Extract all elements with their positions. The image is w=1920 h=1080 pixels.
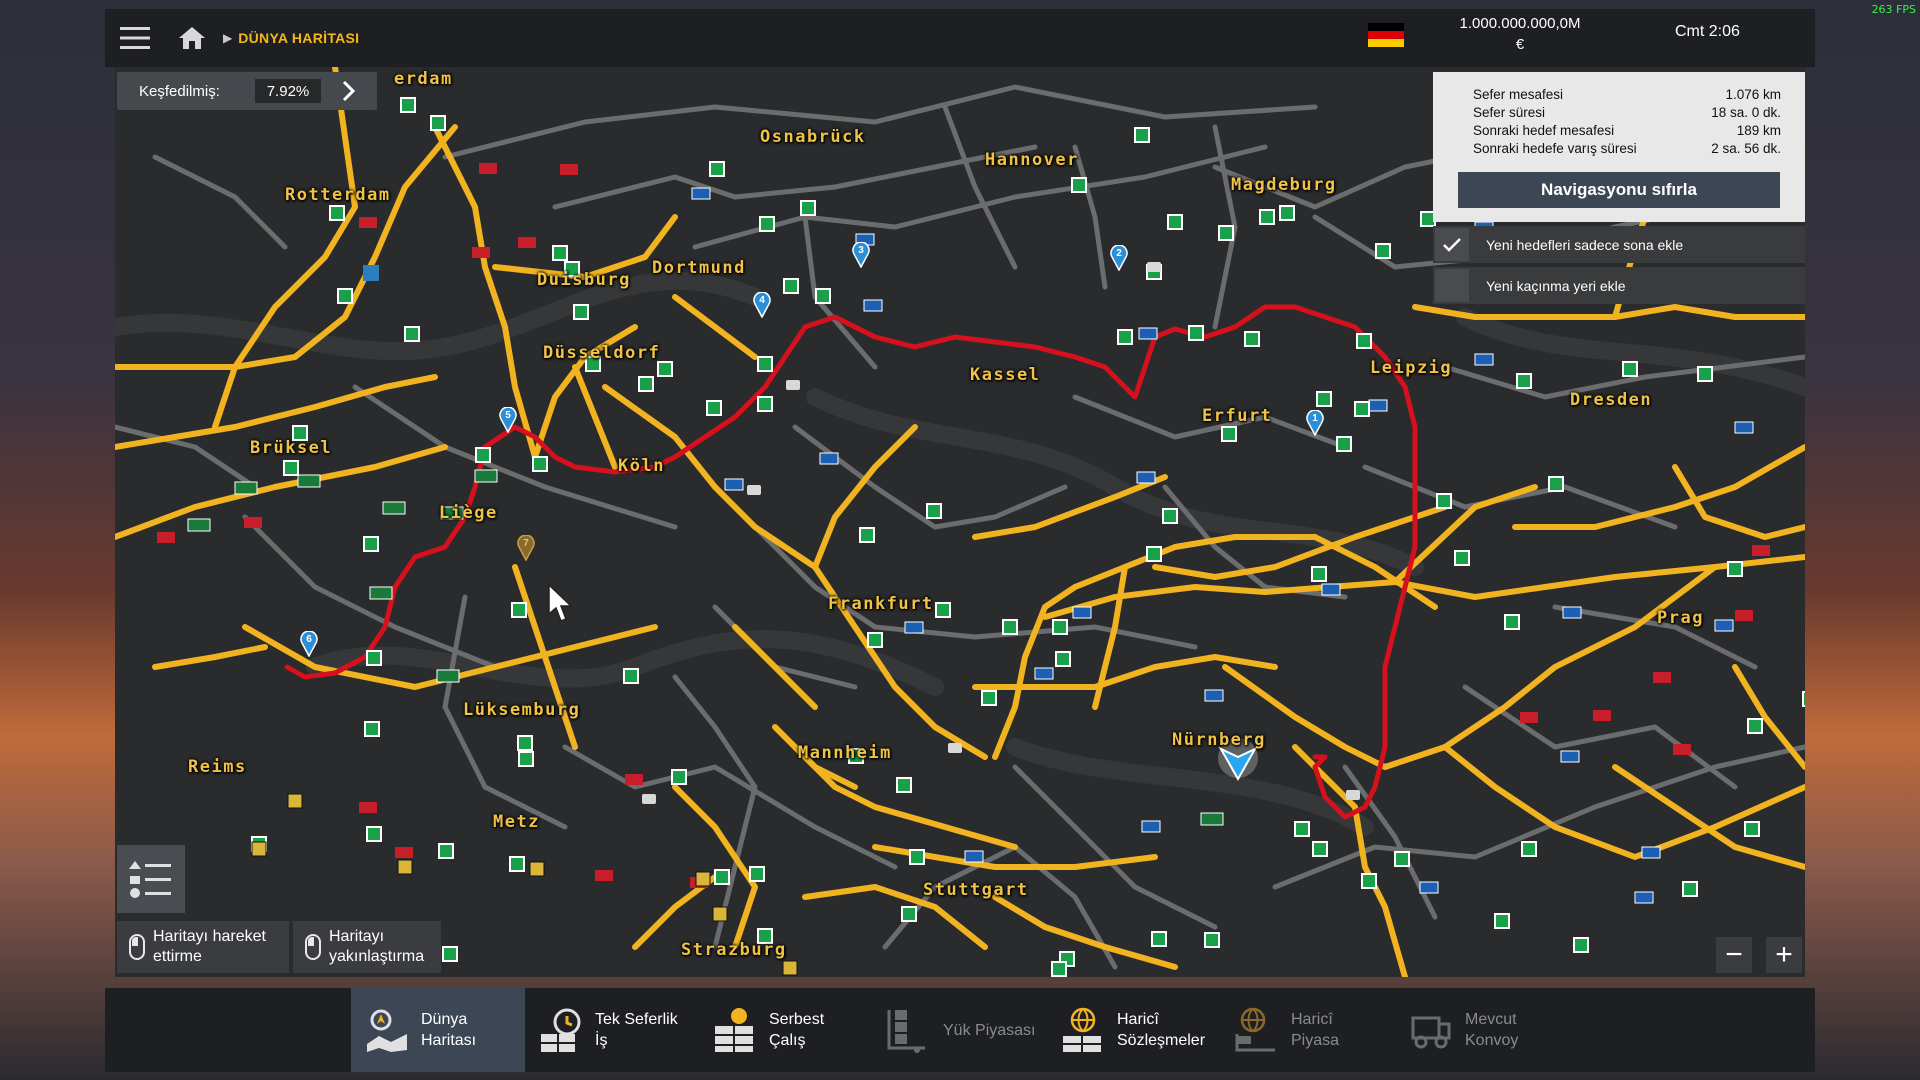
waypoint-marker-3[interactable]: 3	[852, 242, 870, 268]
chevron-right-icon	[342, 80, 356, 102]
bottom-tab-bar: Dünya Haritası Tek Seferlik İş Serbest Çalı…	[105, 988, 1815, 1072]
mouse-cursor-icon	[548, 584, 573, 622]
explored-panel: Keşfedilmiş: 7.92%	[117, 72, 377, 110]
navigation-info-panel: Sefer mesafesi 1.076 km Sefer süresi 18 …	[1433, 72, 1805, 222]
nav-row-next-eta: Sonraki hedefe varış süresi 2 sa. 56 dk.	[1473, 141, 1781, 156]
waypoint-marker-2[interactable]: 2	[1110, 245, 1128, 271]
map-legend-button[interactable]	[117, 845, 185, 913]
city-label-dortmund[interactable]: Dortmund	[652, 258, 746, 278]
legend-list-icon	[129, 861, 171, 898]
fps-counter: 263 FPS	[1871, 3, 1916, 16]
tab-freight-market[interactable]: Serbest Çalış	[699, 988, 873, 1072]
checkbox-append-destinations[interactable]	[1435, 228, 1469, 261]
tab-current-convoy[interactable]: Mevcut Konvoy	[1395, 988, 1569, 1072]
city-label-leipzig[interactable]: Leipzig	[1370, 358, 1452, 378]
mouse-scroll-icon	[305, 934, 321, 960]
option-add-avoid-point[interactable]: Yeni kaçınma yeri ekle	[1433, 267, 1805, 304]
nav-row-trip-distance: Sefer mesafesi 1.076 km	[1473, 87, 1781, 102]
convoy-icon	[1411, 1016, 1451, 1049]
city-label-prag[interactable]: Prag	[1657, 608, 1704, 628]
city-label-brussel[interactable]: Brüksel	[250, 438, 332, 458]
city-label-duisburg[interactable]: Duisburg	[537, 270, 631, 290]
reset-navigation-button[interactable]: Navigasyonu sıfırla	[1458, 172, 1780, 208]
explored-value: 7.92%	[255, 79, 321, 103]
city-label-kassel[interactable]: Kassel	[970, 365, 1040, 385]
zoom-out-button[interactable]: −	[1716, 937, 1752, 973]
hint-move-map: Haritayı hareket ettirme	[117, 921, 289, 973]
city-label-metz[interactable]: Metz	[493, 812, 540, 832]
home-button[interactable]	[165, 9, 219, 67]
external-contracts-icon	[1063, 1007, 1101, 1052]
waypoint-marker-5[interactable]: 5	[499, 407, 517, 433]
explored-label: Keşfedilmiş:	[139, 82, 220, 100]
option-append-destinations[interactable]: Yeni hedefleri sadece sona ekle	[1433, 226, 1805, 263]
external-market-icon	[1235, 1007, 1275, 1052]
tab-external-market[interactable]: Haricî Piyasa	[1221, 988, 1395, 1072]
city-label-luksemburg[interactable]: Lüksemburg	[463, 700, 580, 720]
tab-single-job[interactable]: Tek Seferlik İş	[525, 988, 699, 1072]
city-label-erfurt[interactable]: Erfurt	[1202, 406, 1272, 426]
city-label-koln[interactable]: Köln	[618, 456, 665, 476]
money-display: 1.000.000.000,0M €	[1445, 13, 1595, 55]
city-label-amsterdam[interactable]: erdam	[394, 69, 453, 89]
tab-external-contracts[interactable]: Haricî Sözleşmeler	[1047, 988, 1221, 1072]
city-label-mannheim[interactable]: Mannheim	[798, 743, 892, 763]
city-label-strazburg[interactable]: Strazburg	[681, 940, 787, 960]
money-currency: €	[1515, 36, 1525, 53]
zoom-in-button[interactable]: +	[1766, 937, 1802, 973]
city-label-reims[interactable]: Reims	[188, 757, 247, 777]
city-label-frankfurt[interactable]: Frankfurt	[828, 594, 934, 614]
tab-world-map[interactable]: Dünya Haritası	[351, 988, 525, 1072]
menu-button[interactable]	[105, 9, 165, 67]
game-clock: Cmt 2:06	[1675, 23, 1740, 40]
tab-cargo-market[interactable]: Yük Piyasası	[873, 988, 1047, 1072]
city-label-stuttgart[interactable]: Stuttgart	[923, 880, 1029, 900]
city-label-nurnberg[interactable]: Nürnberg	[1172, 730, 1266, 750]
waypoint-marker-4[interactable]: 4	[753, 292, 771, 318]
city-label-rotterdam[interactable]: Rotterdam	[285, 185, 391, 205]
city-label-magdeburg[interactable]: Magdeburg	[1231, 175, 1337, 195]
waypoint-marker-6[interactable]: 6	[300, 631, 318, 657]
top-bar: ▶ DÜNYA HARİTASI 1.000.000.000,0M € Cmt …	[105, 9, 1815, 67]
home-icon	[179, 27, 205, 49]
waypoint-marker-7[interactable]: 7	[517, 535, 535, 561]
single-job-icon	[541, 1008, 581, 1052]
city-label-osnabruck[interactable]: Osnabrück	[760, 127, 866, 147]
world-map-icon	[367, 1009, 407, 1052]
checkbox-add-avoid-point[interactable]	[1435, 269, 1469, 302]
country-flag	[1368, 23, 1404, 47]
breadcrumb-chevron-icon: ▶	[223, 31, 233, 45]
waypoint-marker-1[interactable]: 1	[1306, 410, 1324, 436]
city-label-hannover[interactable]: Hannover	[985, 150, 1079, 170]
city-label-dresden[interactable]: Dresden	[1570, 390, 1652, 410]
hamburger-icon	[120, 27, 150, 49]
breadcrumb[interactable]: DÜNYA HARİTASI	[238, 30, 359, 46]
checkmark-icon	[1443, 237, 1461, 252]
hint-zoom-map: Haritayı yakınlaştırma	[293, 921, 441, 973]
nav-row-next-distance: Sonraki hedef mesafesi 189 km	[1473, 123, 1781, 138]
explored-next-button[interactable]	[321, 72, 377, 110]
freight-market-icon	[715, 1008, 753, 1052]
cargo-market-icon	[887, 1010, 925, 1053]
city-label-dusseldorf[interactable]: Düsseldorf	[543, 343, 660, 363]
nav-row-trip-time: Sefer süresi 18 sa. 0 dk.	[1473, 105, 1781, 120]
money-amount: 1.000.000.000,0M	[1459, 15, 1581, 32]
mouse-left-click-icon	[129, 934, 145, 960]
city-label-liege[interactable]: Liège	[439, 503, 498, 523]
